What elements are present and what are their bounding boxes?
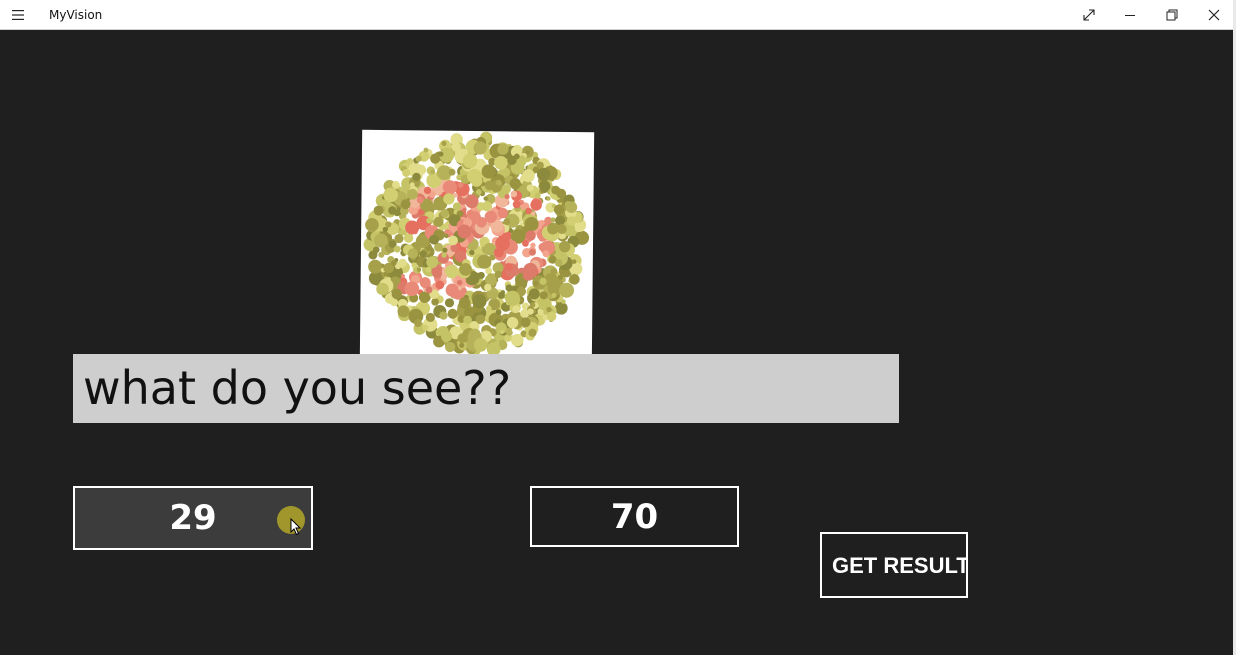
question-text: what do you see??	[83, 361, 512, 415]
minimize-icon[interactable]	[1109, 0, 1151, 30]
get-result-label: GET RESULT	[832, 553, 968, 578]
expand-icon[interactable]	[1068, 0, 1110, 30]
plate-dot	[444, 298, 455, 308]
color-plate-image	[359, 129, 595, 363]
question-bar: what do you see??	[73, 354, 899, 423]
get-result-button[interactable]: GET RESULT	[820, 532, 968, 598]
mouse-cursor-icon	[290, 517, 302, 540]
answer-option-label: 29	[169, 498, 217, 538]
answer-option-70[interactable]: 70	[530, 486, 739, 547]
hamburger-icon[interactable]	[0, 0, 36, 30]
close-icon[interactable]	[1193, 0, 1235, 30]
title-bar: MyVision	[0, 0, 1233, 30]
restore-icon[interactable]	[1151, 0, 1193, 30]
app-window: MyVision what do you see?? 29 70 GET RES…	[0, 0, 1236, 655]
app-title: MyVision	[49, 8, 103, 22]
answer-option-label: 70	[610, 496, 659, 537]
plate-dot	[569, 274, 580, 285]
